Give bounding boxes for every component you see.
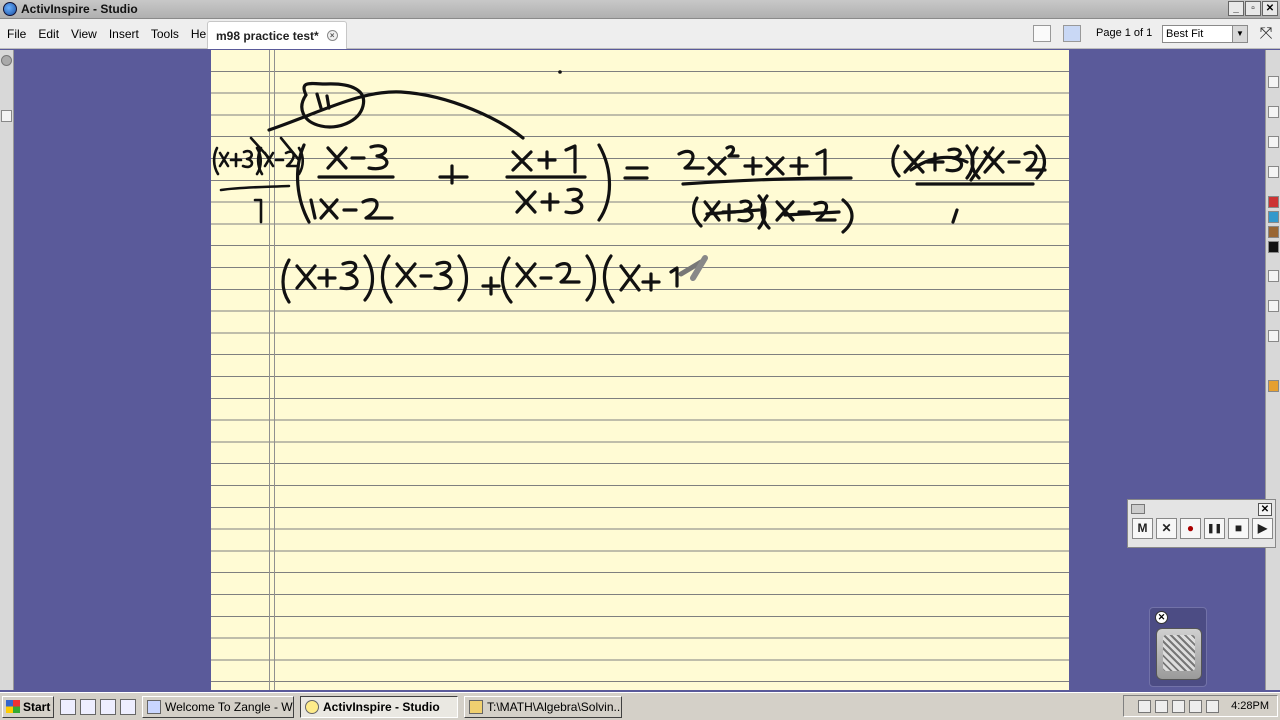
minimize-button[interactable]: _ [1228, 1, 1244, 16]
recorder-close-button[interactable]: ✕ [1258, 502, 1272, 516]
zoom-value: Best Fit [1166, 28, 1204, 40]
pin-icon[interactable] [1, 55, 12, 66]
tray-volume-icon[interactable] [1155, 699, 1169, 713]
window-title: ActivInspire - Studio [21, 2, 138, 16]
activinspire-window: ActivInspire - Studio _ ▫ ✕ File Edit Vi… [0, 0, 1280, 720]
ink-dot [558, 70, 562, 74]
fullscreen-icon[interactable]: ⤧ [1256, 24, 1276, 44]
play-button[interactable]: ▶ [1252, 518, 1273, 539]
work-line [281, 254, 704, 304]
recorder-controls: M ✕ ● ❚❚ ■ ▶ [1128, 518, 1275, 539]
window-controls: _ ▫ ✕ [1228, 1, 1278, 16]
record-button[interactable]: ● [1180, 518, 1201, 539]
quicklaunch-search-icon[interactable] [80, 698, 96, 715]
highlighter-icon[interactable] [1268, 330, 1279, 342]
tray-display-icon[interactable] [1189, 699, 1203, 713]
flipchart-page[interactable] [211, 50, 1069, 690]
start-label: Start [23, 699, 51, 714]
menu-bar: File Edit View Insert Tools Help m98 pra… [0, 19, 1280, 49]
recorder-header: ✕ [1128, 500, 1275, 518]
zoom-dropdown[interactable]: Best Fit ▼ [1162, 25, 1248, 43]
color-brown-swatch[interactable] [1268, 226, 1279, 238]
taskbar-item-label: Welcome To Zangle - Wi... [165, 699, 294, 714]
eraser-icon[interactable] [1268, 380, 1279, 392]
start-button[interactable]: Start [2, 695, 54, 718]
tray-app-icon[interactable] [1172, 699, 1186, 713]
color-black-swatch[interactable] [1268, 241, 1279, 253]
menu-tools[interactable]: Tools [145, 23, 185, 45]
page-indicator: Page 1 of 1 [1096, 27, 1153, 39]
fraction-one [309, 144, 395, 220]
menu-file[interactable]: File [0, 23, 32, 45]
rhs-denominator [691, 194, 854, 234]
folder-icon [469, 699, 483, 714]
equals-sign [623, 166, 649, 180]
rhs-numerator [677, 145, 853, 186]
menu-insert[interactable]: Insert [103, 23, 145, 45]
panel-toggle-icon[interactable] [1, 110, 12, 122]
circled-step-one [267, 81, 525, 140]
taskbar-item-activinspire[interactable]: ActivInspire - Studio [300, 695, 458, 718]
pause-button[interactable]: ❚❚ [1204, 518, 1225, 539]
page-browser-icon[interactable] [1033, 25, 1051, 42]
recorder-icon [1131, 504, 1145, 514]
fraction-two [505, 143, 612, 222]
taskbar-item-label: ActivInspire - Studio [323, 699, 440, 714]
menu-edit[interactable]: Edit [32, 23, 65, 45]
quicklaunch-desktop-icon[interactable] [60, 698, 76, 715]
color-red-swatch[interactable] [1268, 196, 1279, 208]
activinspire-icon [305, 699, 319, 714]
document-tab-label: m98 practice test* [216, 28, 319, 43]
taskbar-item-label: T:\MATH\Algebra\Solvin... [487, 699, 622, 714]
taskbar-item-zangle[interactable]: Welcome To Zangle - Wi... [142, 695, 294, 718]
snowflake-icon[interactable] [1063, 25, 1081, 42]
system-clock: 4:28PM [1231, 700, 1269, 712]
tray-network-icon[interactable] [1138, 699, 1152, 713]
main-toolbox [1265, 50, 1280, 690]
recorder-cancel-button[interactable]: ✕ [1156, 518, 1177, 539]
stop-button[interactable]: ■ [1228, 518, 1249, 539]
trash-close-icon[interactable]: ✕ [1155, 611, 1168, 624]
trash-can-icon[interactable] [1156, 628, 1202, 680]
windows-logo-icon [6, 700, 20, 713]
restore-button[interactable]: ▫ [1245, 1, 1261, 16]
cursor-icon[interactable] [1268, 300, 1279, 312]
handwritten-work [212, 70, 1047, 304]
tab-close-icon[interactable]: × [326, 30, 338, 41]
activinspire-logo-icon [3, 2, 17, 16]
browser-icon[interactable] [1268, 106, 1279, 118]
pen-width-slider[interactable] [1268, 270, 1279, 282]
pen-icon[interactable] [1268, 166, 1279, 178]
rhs-multiplier [891, 144, 1047, 224]
browser-page-icon [147, 699, 161, 714]
browser-panel-strip[interactable] [0, 50, 14, 690]
tray-mail-icon[interactable] [1206, 699, 1220, 713]
chevron-down-icon[interactable]: ▼ [1232, 26, 1247, 42]
trash-widget[interactable]: ✕ [1149, 607, 1207, 687]
close-button[interactable]: ✕ [1262, 1, 1278, 16]
plus-sign [438, 164, 469, 185]
recorder-mode-button[interactable]: M [1132, 518, 1153, 539]
color-blue-swatch[interactable] [1268, 211, 1279, 223]
taskbar-item-explorer[interactable]: T:\MATH\Algebra\Solvin... [464, 695, 622, 718]
select-icon[interactable] [1268, 136, 1279, 148]
screen-recorder-panel: ✕ M ✕ ● ❚❚ ■ ▶ [1127, 499, 1276, 548]
lhs-multiplier [212, 136, 305, 224]
toolbox-menu-icon[interactable] [1268, 76, 1279, 88]
document-tab[interactable]: m98 practice test* × [207, 21, 347, 49]
quicklaunch-browser-icon[interactable] [100, 698, 116, 715]
windows-taskbar: Start Welcome To Zangle - Wi... ActivIns… [0, 692, 1280, 720]
system-tray: 4:28PM [1123, 695, 1278, 717]
quicklaunch-app-icon[interactable] [120, 698, 136, 715]
title-bar: ActivInspire - Studio _ ▫ ✕ [0, 0, 1280, 19]
menu-view[interactable]: View [65, 23, 103, 45]
